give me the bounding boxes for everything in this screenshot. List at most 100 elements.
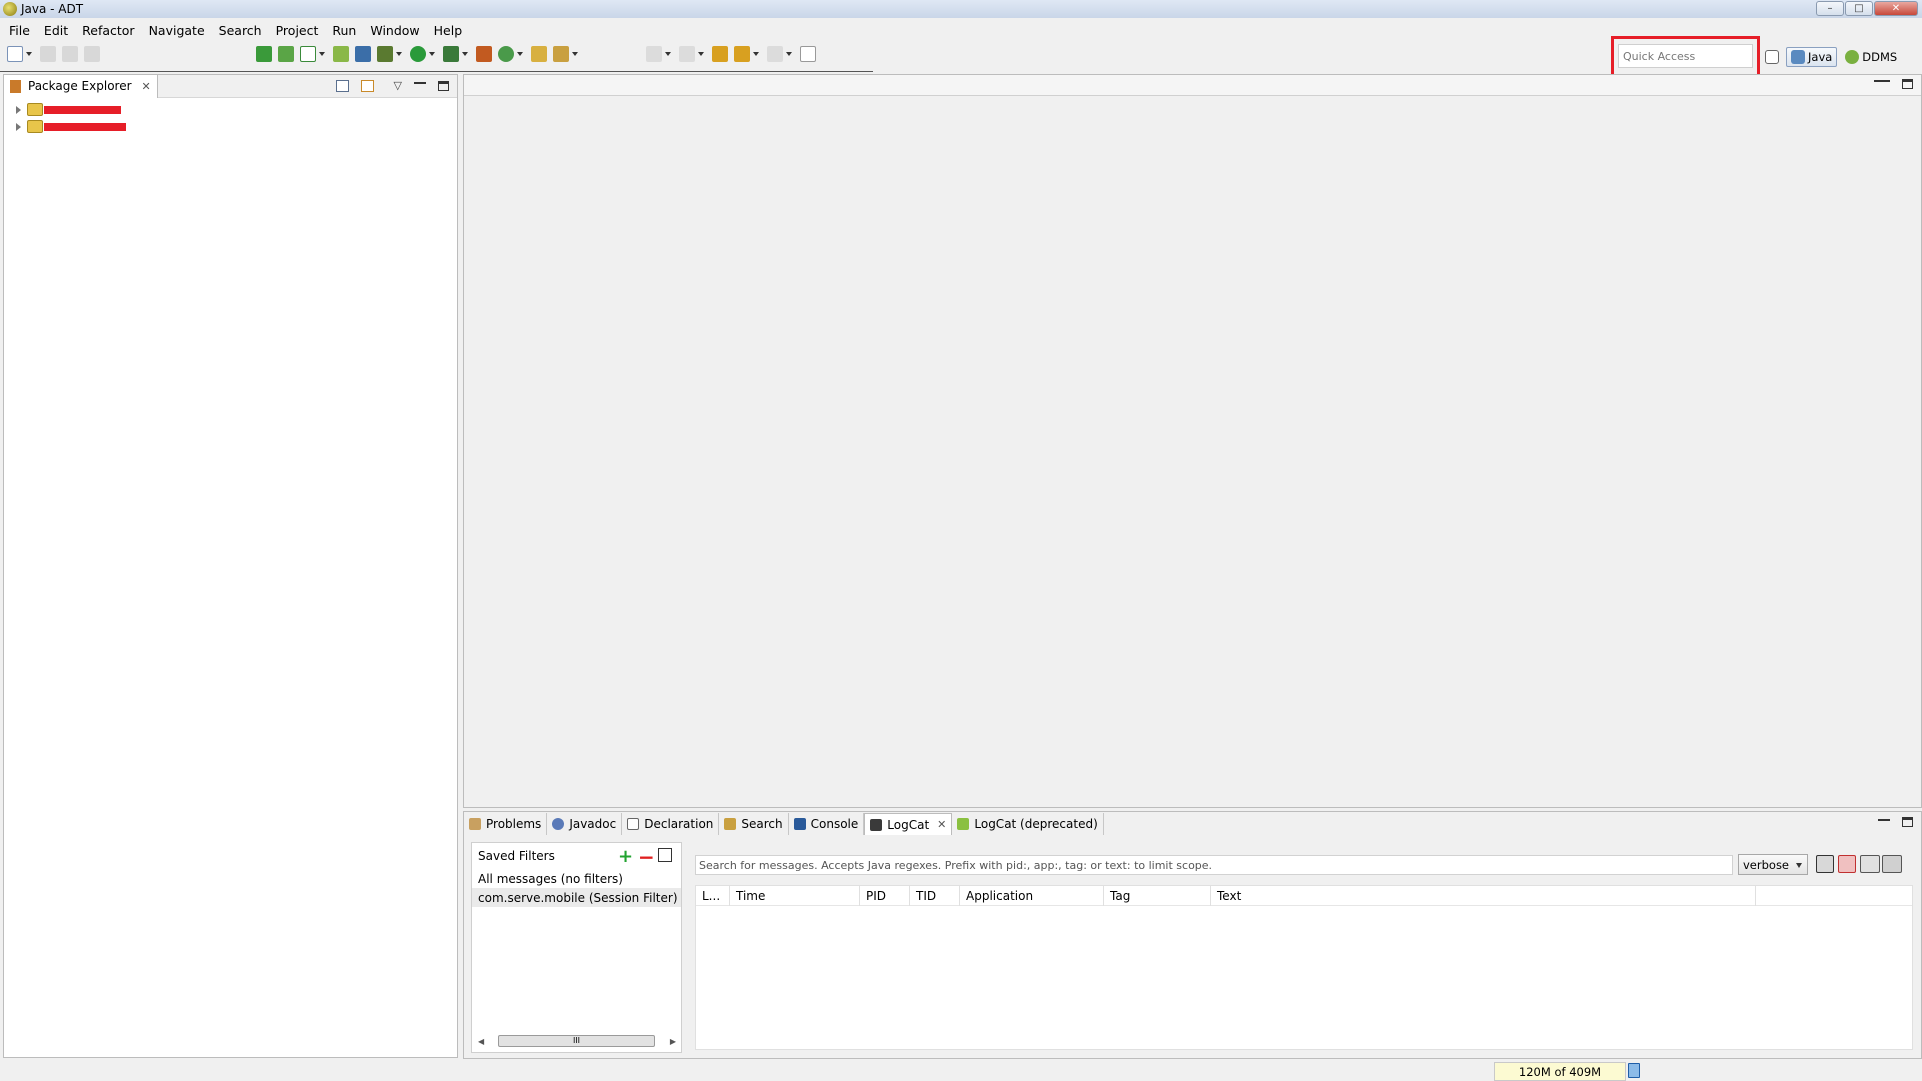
remove-filter-icon[interactable]: −	[638, 845, 655, 869]
clear-log-icon[interactable]	[1838, 855, 1856, 873]
tab-problems[interactable]: Problems	[464, 813, 548, 835]
run-icon[interactable]	[410, 46, 426, 62]
menu-refactor[interactable]: Refactor	[75, 23, 141, 38]
sdk-manager-icon[interactable]	[256, 46, 272, 62]
coverage-dropdown-icon[interactable]	[462, 52, 468, 56]
filters-horizontal-scrollbar[interactable]: ◀ III ▶	[478, 1034, 678, 1048]
menu-edit[interactable]: Edit	[37, 23, 75, 38]
column-level[interactable]: L...	[696, 885, 730, 906]
run-dropdown-icon[interactable]	[429, 52, 435, 56]
menu-navigate[interactable]: Navigate	[142, 23, 212, 38]
quick-access-input[interactable]	[1618, 44, 1753, 68]
tab-declaration[interactable]: Declaration	[622, 813, 720, 835]
back-icon[interactable]	[734, 46, 750, 62]
filter-item[interactable]: All messages (no filters)	[472, 869, 681, 888]
save-log-icon[interactable]	[1816, 855, 1834, 873]
scroll-lock-icon[interactable]	[1882, 855, 1902, 873]
save-icon[interactable]	[40, 46, 56, 62]
minimize-editor-icon[interactable]	[1874, 80, 1890, 82]
maximize-panel-icon[interactable]	[1902, 817, 1913, 827]
close-tab-icon[interactable]: ✕	[937, 818, 946, 831]
search-toolbar-icon[interactable]	[553, 46, 569, 62]
menu-window[interactable]: Window	[363, 23, 426, 38]
perspective-java[interactable]: Java	[1786, 47, 1838, 67]
tab-package-explorer[interactable]: Package Explorer ✕	[4, 74, 158, 98]
avd-manager-icon[interactable]	[278, 46, 294, 62]
minimize-view-icon[interactable]	[414, 81, 426, 84]
previous-annotation-dropdown-icon[interactable]	[698, 52, 704, 56]
toggle-filters-icon[interactable]	[1860, 855, 1880, 873]
tab-search[interactable]: Search	[719, 813, 789, 835]
log-level-value: verbose	[1743, 857, 1790, 872]
close-tab-icon[interactable]: ✕	[142, 80, 151, 93]
lint-dropdown-icon[interactable]	[319, 52, 325, 56]
open-perspective-icon[interactable]	[1765, 50, 1779, 64]
minimize-button[interactable]: –	[1816, 1, 1844, 16]
column-tid[interactable]: TID	[910, 885, 960, 906]
previous-annotation-icon[interactable]	[679, 46, 695, 62]
menu-help[interactable]: Help	[427, 23, 470, 38]
new-class-dropdown-icon[interactable]	[517, 52, 523, 56]
new-dropdown-icon[interactable]	[26, 52, 32, 56]
scroll-left-icon[interactable]: ◀	[478, 1037, 484, 1046]
menu-search[interactable]: Search	[212, 23, 269, 38]
link-with-editor-icon[interactable]	[360, 79, 374, 92]
perspective-ddms[interactable]: DDMS	[1841, 48, 1901, 66]
pin-editor-icon[interactable]	[800, 46, 816, 62]
edit-filter-icon[interactable]	[658, 848, 672, 862]
external-tools-icon[interactable]	[476, 46, 492, 62]
column-text[interactable]: Text	[1211, 885, 1756, 906]
log-level-select[interactable]: verbose	[1738, 854, 1808, 875]
lint-icon[interactable]	[300, 46, 316, 62]
tab-javadoc[interactable]: Javadoc	[547, 813, 623, 835]
next-annotation-dropdown-icon[interactable]	[665, 52, 671, 56]
tree-item-project-2[interactable]	[4, 118, 457, 135]
collapse-all-icon[interactable]	[335, 79, 349, 92]
skip-breakpoints-icon[interactable]	[355, 46, 371, 62]
tab-console[interactable]: Console	[789, 813, 865, 835]
scroll-right-icon[interactable]: ▶	[670, 1037, 676, 1046]
expand-arrow-icon[interactable]	[16, 122, 21, 131]
android-toolbar-group	[256, 46, 586, 62]
garbage-collect-icon[interactable]	[1628, 1063, 1640, 1078]
logcat-search-input[interactable]	[695, 855, 1733, 875]
open-type-icon[interactable]	[531, 46, 547, 62]
save-all-icon[interactable]	[62, 46, 78, 62]
search-dropdown-icon[interactable]	[572, 52, 578, 56]
forward-dropdown-icon[interactable]	[786, 52, 792, 56]
filter-item[interactable]: com.serve.mobile (Session Filter)	[472, 888, 681, 907]
scroll-thumb[interactable]: III	[498, 1035, 655, 1047]
column-tag[interactable]: Tag	[1104, 885, 1211, 906]
back-dropdown-icon[interactable]	[753, 52, 759, 56]
debug-icon[interactable]	[377, 46, 393, 62]
column-pid[interactable]: PID	[860, 885, 910, 906]
project-tree	[4, 98, 457, 135]
close-button[interactable]: ✕	[1874, 1, 1918, 16]
maximize-button[interactable]: □	[1845, 1, 1873, 16]
maximize-view-icon[interactable]	[438, 80, 449, 91]
maximize-editor-icon[interactable]	[1902, 79, 1913, 89]
column-time[interactable]: Time	[730, 885, 860, 906]
menu-file[interactable]: File	[0, 23, 37, 38]
view-menu-icon[interactable]: ▽	[394, 79, 402, 92]
menu-run[interactable]: Run	[325, 23, 363, 38]
tree-item-project-1[interactable]	[4, 101, 457, 118]
new-icon[interactable]	[7, 46, 23, 62]
tab-logcat[interactable]: LogCat ✕	[864, 813, 953, 835]
expand-arrow-icon[interactable]	[16, 105, 21, 114]
last-edit-icon[interactable]	[712, 46, 728, 62]
add-filter-icon[interactable]: +	[618, 846, 633, 867]
new-android-project-icon[interactable]	[333, 46, 349, 62]
debug-dropdown-icon[interactable]	[396, 52, 402, 56]
minimize-panel-icon[interactable]	[1878, 819, 1890, 821]
coverage-icon[interactable]	[443, 46, 459, 62]
print-icon[interactable]	[84, 46, 100, 62]
column-application[interactable]: Application	[960, 885, 1104, 906]
menu-project[interactable]: Project	[269, 23, 326, 38]
new-class-icon[interactable]	[498, 46, 514, 62]
next-annotation-icon[interactable]	[646, 46, 662, 62]
tab-logcat-deprecated[interactable]: LogCat (deprecated)	[952, 813, 1104, 835]
forward-icon[interactable]	[767, 46, 783, 62]
bottom-panel-tools	[1878, 817, 1913, 827]
saved-filters-pane: Saved Filters + − All messages (no filte…	[471, 842, 682, 1053]
